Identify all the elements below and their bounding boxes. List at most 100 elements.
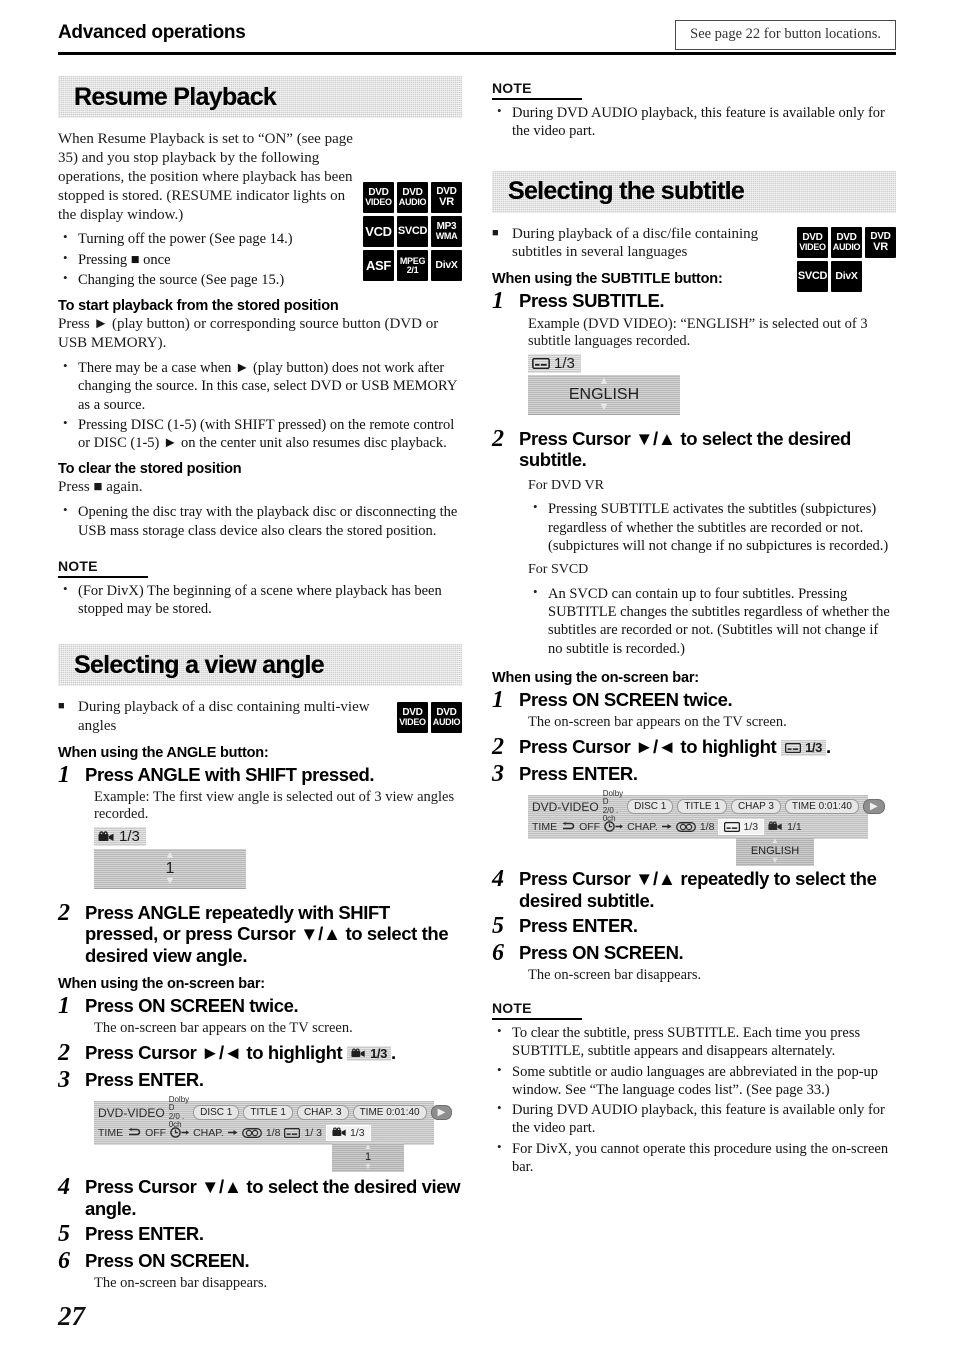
osbar-time[interactable]: TIME 0:01:40 bbox=[352, 1105, 427, 1121]
dvd-vr-notes: Pressing SUBTITLE activates the subtitle… bbox=[528, 499, 896, 555]
step-number: 6 bbox=[58, 1247, 70, 1274]
svcd-label: For SVCD bbox=[528, 562, 589, 578]
step-row: 5 Press ENTER. bbox=[58, 1221, 462, 1247]
subtitle-lead-block: DVD VIDEO SVCD DVD AUDIO DivX DVD VR ■ Duri… bbox=[492, 225, 896, 292]
step-text: Press ENTER. bbox=[85, 1069, 204, 1091]
section-heading: Resume Playback bbox=[74, 82, 277, 111]
note-label: NOTE bbox=[58, 558, 148, 578]
subheading-clear-position: To clear the stored position bbox=[58, 461, 242, 478]
step-text: Press ENTER. bbox=[519, 763, 638, 785]
step-number: 3 bbox=[492, 761, 504, 788]
start-playback-notes: There may be a case when ► (play button)… bbox=[58, 358, 462, 453]
chevron-down-icon: ▼ bbox=[771, 856, 779, 866]
osd-angle-chip-inline: 1/3 bbox=[347, 1045, 391, 1061]
step-row: 2 Press Cursor ►/◄ to highlight 1/3 . bbox=[492, 734, 896, 760]
osbar-time-mode[interactable]: TIME bbox=[98, 1127, 123, 1139]
list-item: Pressing SUBTITLE activates the subtitle… bbox=[533, 499, 896, 555]
osbar-time-mode[interactable]: TIME bbox=[532, 821, 557, 833]
step-number: 3 bbox=[58, 1067, 70, 1094]
osbar-subtitle-highlighted[interactable]: 1/3 bbox=[718, 818, 765, 835]
subtitle-lead-row: ■ During playback of a disc/file contain… bbox=[492, 225, 772, 263]
dvd-vr-label: For DVD VR bbox=[528, 477, 604, 493]
badge-dvd-vr: DVD VR bbox=[865, 226, 896, 258]
on-screen-bar-figure-angle: DVD-VIDEO Dolby D 2/0 . 0ch DISC 1 TITLE… bbox=[94, 1095, 453, 1173]
section-banner-view-angle: Selecting a view angle bbox=[58, 644, 462, 687]
chevron-up-icon: ▲ bbox=[771, 836, 779, 846]
osd-subtitle-chip-inline: 1/3 bbox=[781, 740, 826, 756]
chevron-up-icon: ▲ bbox=[598, 374, 610, 387]
osd-angle-selector[interactable]: ▲ 1 ▼ bbox=[94, 848, 246, 889]
osbar-audio-counter[interactable]: 1/8 bbox=[700, 821, 715, 833]
step-text: Press Cursor ▼/▲ repeatedly to select th… bbox=[519, 868, 877, 912]
step-description: The on-screen bar appears on the TV scre… bbox=[528, 714, 787, 731]
step-text: Press ANGLE repeatedly with SHIFT presse… bbox=[85, 901, 449, 967]
step-text: Press Cursor ►/◄ to highlight 1/3 . bbox=[85, 1041, 396, 1064]
osd-subtitle-selector[interactable]: ▲ ENGLISH ▼ bbox=[528, 374, 680, 415]
chevron-up-icon: ▲ bbox=[164, 848, 176, 861]
step-text: Press ON SCREEN. bbox=[519, 941, 684, 963]
view-angle-lead-block: DVD VIDEO DVD AUDIO ■ During playback of a… bbox=[58, 698, 462, 736]
osbar-repeat-state[interactable]: OFF bbox=[579, 821, 600, 833]
arrow-right-icon bbox=[661, 822, 672, 831]
media-badges-subtitle: DVD VIDEO SVCD DVD AUDIO DivX DVD VR bbox=[797, 226, 896, 292]
osbar-audio-format: Dolby D 2/0 . 0ch bbox=[168, 1094, 190, 1130]
page-number: 27 bbox=[58, 1301, 85, 1331]
step-row: 3 Press ENTER. bbox=[58, 1067, 462, 1094]
step-description: The on-screen bar disappears. bbox=[94, 1274, 268, 1291]
step-text: Press Cursor ▼/▲ to select the desired v… bbox=[85, 1176, 461, 1219]
list-item: (For DivX) The beginning of a scene wher… bbox=[63, 581, 462, 619]
osbar-repeat-state[interactable]: OFF bbox=[145, 1127, 166, 1139]
section-banner-subtitle: Selecting the subtitle bbox=[492, 170, 896, 213]
osbar-angle-counter[interactable]: 1/1 bbox=[787, 821, 802, 833]
osbar-time[interactable]: TIME 0:01:40 bbox=[784, 799, 859, 815]
step-text: Press Cursor ►/◄ to highlight 1/3 . bbox=[519, 735, 831, 758]
chevron-down-icon: ▼ bbox=[598, 400, 610, 413]
osbar-angle-highlighted[interactable]: 1/3 bbox=[325, 1124, 371, 1141]
osbar-title[interactable]: TITLE 1 bbox=[677, 799, 727, 815]
osd-subtitle-popup: 1/3 ▲ ENGLISH ▼ bbox=[528, 353, 896, 415]
osd-subtitle-chip: 1/3 bbox=[528, 353, 581, 373]
osbar-chapter-mode[interactable]: CHAP. bbox=[627, 821, 658, 833]
right-column: NOTE During DVD AUDIO playback, this fea… bbox=[492, 76, 896, 1182]
next-arrow-icon[interactable]: ▶ bbox=[430, 1105, 453, 1121]
audio-icon bbox=[241, 1127, 262, 1138]
osbar-disc[interactable]: DISC 1 bbox=[627, 799, 674, 815]
step-text-pre: Press Cursor ►/◄ to highlight bbox=[519, 736, 777, 758]
angle-camera-icon bbox=[98, 831, 115, 843]
osbar-chapter[interactable]: CHAP. 3 bbox=[296, 1105, 349, 1121]
step-text: Press Cursor ▼/▲ to select the desired s… bbox=[519, 427, 851, 471]
osbar-audio-format-line1: Dolby D bbox=[168, 1094, 190, 1113]
osbar-angle-dropdown[interactable]: ▲ 1 ▼ bbox=[332, 1143, 404, 1173]
step-text: Press ENTER. bbox=[519, 914, 638, 936]
list-item: Some subtitle or audio languages are abb… bbox=[497, 1062, 896, 1100]
section-banner-resume-playback: Resume Playback bbox=[58, 76, 462, 118]
button-locations-reference: See page 22 for button locations. bbox=[675, 20, 896, 50]
clear-position-notes: Opening the disc tray with the playback … bbox=[58, 502, 462, 540]
next-arrow-icon[interactable]: ▶ bbox=[862, 799, 885, 815]
osbar-title[interactable]: TITLE 1 bbox=[243, 1105, 293, 1121]
osd-angle-counter: 1/3 bbox=[370, 1045, 387, 1061]
osbar-subtitle-counter[interactable]: 1/ 3 bbox=[304, 1127, 322, 1139]
subheading-on-screen-bar: When using the on-screen bar: bbox=[58, 975, 265, 992]
osbar-chapter[interactable]: CHAP 3 bbox=[730, 799, 781, 815]
page-title: Advanced operations bbox=[58, 22, 246, 43]
osd-subtitle-counter: 1/3 bbox=[554, 354, 575, 372]
list-item: For DivX, you cannot operate this proced… bbox=[497, 1139, 896, 1177]
subtitle-lead-text: During playback of a disc/file containin… bbox=[512, 225, 759, 261]
osbar-disc[interactable]: DISC 1 bbox=[193, 1105, 240, 1121]
media-badges-view-angle: DVD VIDEO DVD AUDIO bbox=[397, 702, 462, 734]
osbar-subtitle-dropdown[interactable]: ▲ ENGLISH ▼ bbox=[736, 836, 814, 867]
on-screen-bar-row-2: TIME OFF CHAP. 1/8 1/ 3 1/3 bbox=[98, 1124, 430, 1141]
list-item: Pressing DISC (1-5) (with SHIFT pressed)… bbox=[63, 415, 462, 453]
badge-svcd: SVCD bbox=[797, 260, 828, 292]
step-number: 1 bbox=[492, 288, 504, 315]
subtitle-icon bbox=[724, 821, 741, 832]
osd-angle-chip: 1/3 bbox=[94, 827, 146, 847]
clock-icon bbox=[170, 1127, 190, 1139]
osbar-chapter-mode[interactable]: CHAP. bbox=[193, 1127, 224, 1139]
osbar-audio-counter[interactable]: 1/8 bbox=[266, 1127, 281, 1139]
osbar-disc-type: DVD-VIDEO bbox=[532, 799, 599, 814]
osbar-disc-type: DVD-VIDEO bbox=[98, 1105, 165, 1120]
step-number: 5 bbox=[492, 912, 504, 939]
list-item: There may be a case when ► (play button)… bbox=[63, 358, 462, 414]
